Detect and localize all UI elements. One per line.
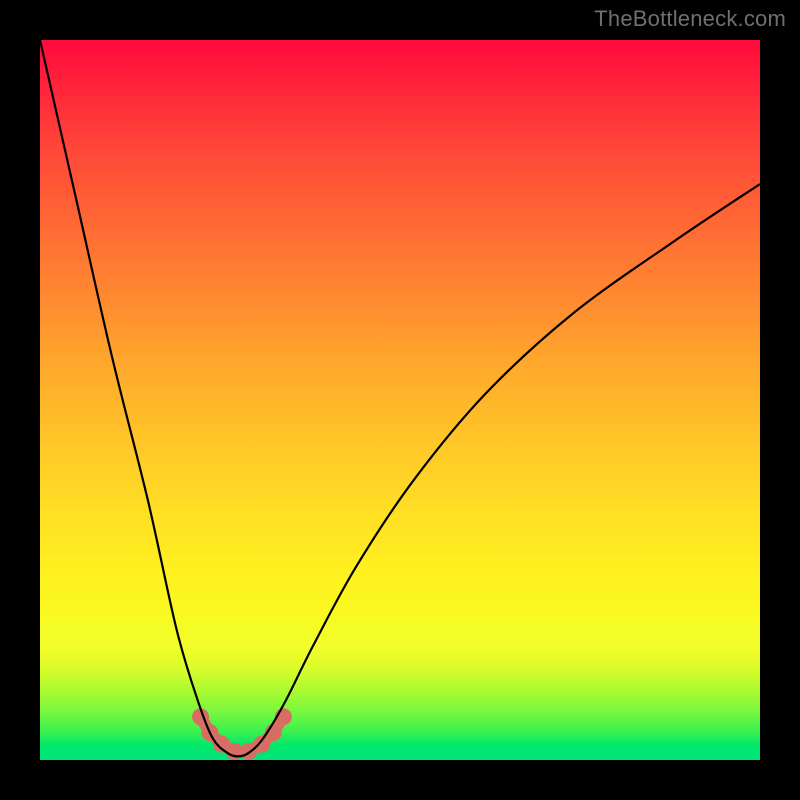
chart-svg: [40, 40, 760, 760]
plot-area: [40, 40, 760, 760]
chart-frame: TheBottleneck.com: [0, 0, 800, 800]
bottleneck-curve-line: [40, 40, 760, 756]
watermark-text: TheBottleneck.com: [594, 6, 786, 32]
